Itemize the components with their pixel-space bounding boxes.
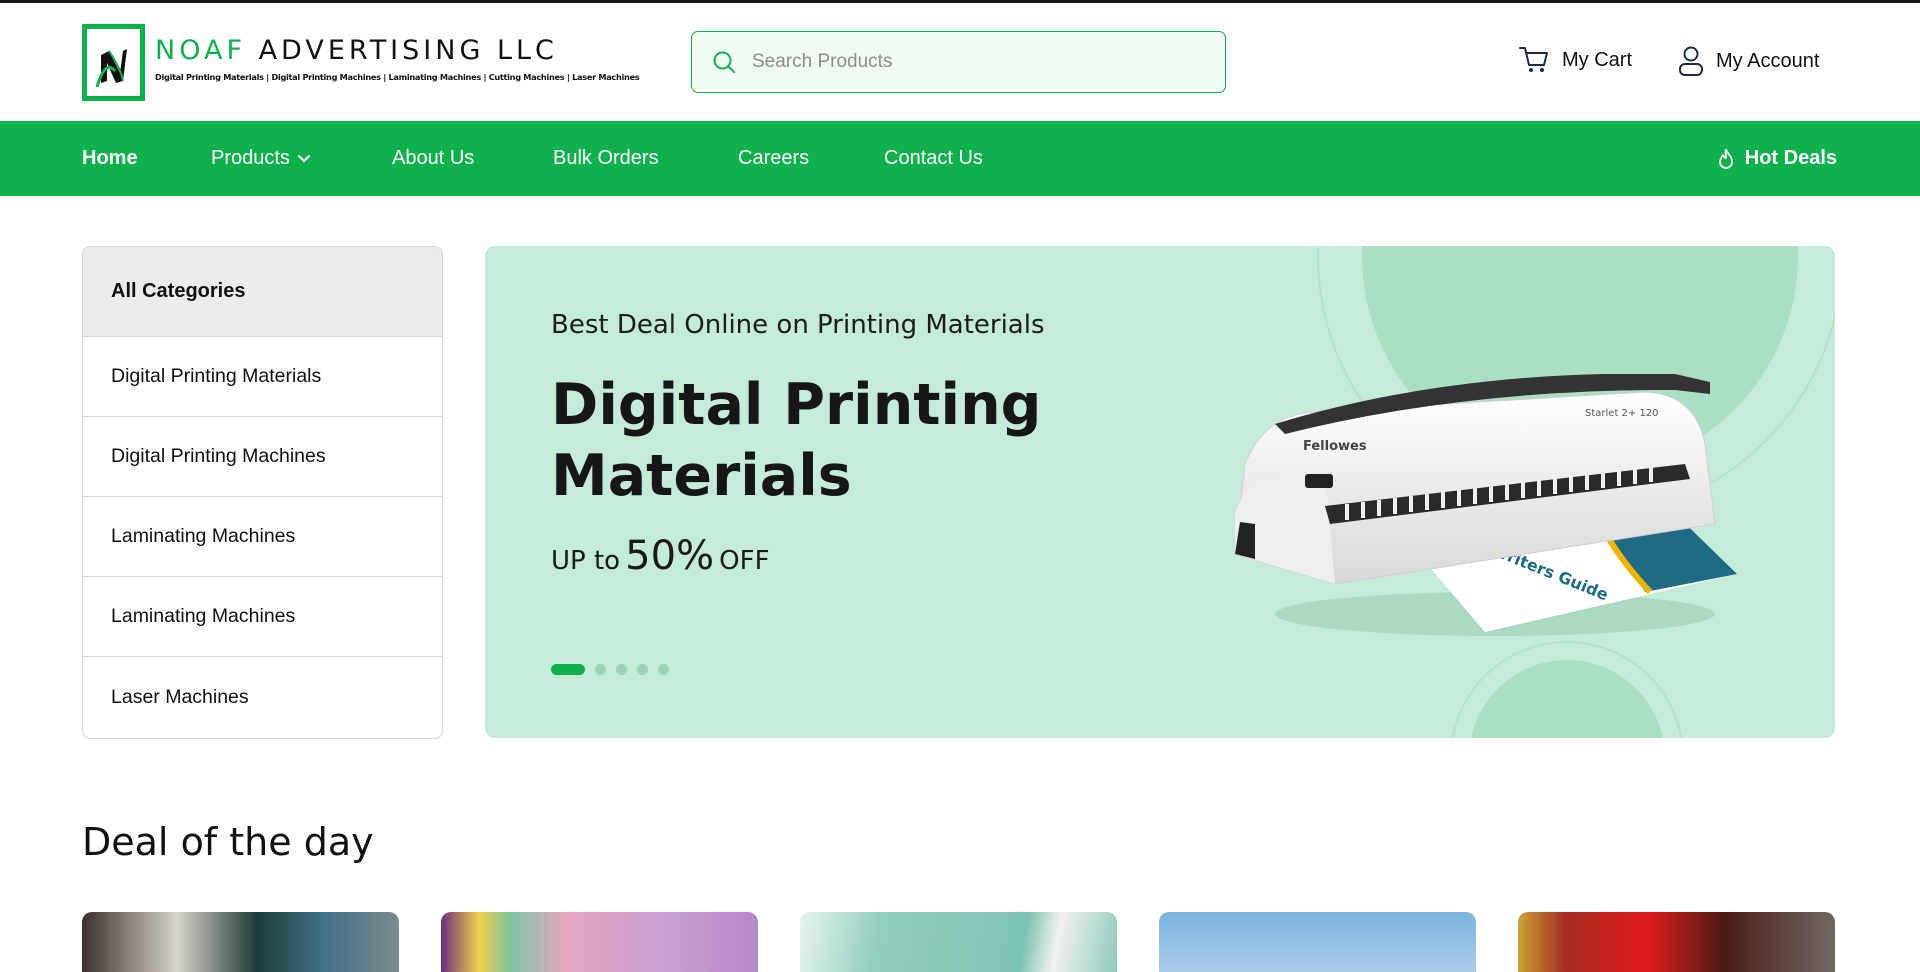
hero-banner[interactable]: Best Deal Online on Printing Materials D… [485,246,1835,738]
nav-about[interactable]: About Us [392,121,474,196]
product-model-label: Starlet 2+ 120 [1585,408,1659,419]
my-account-link[interactable]: My Account [1678,45,1819,77]
slide-dot-3[interactable] [616,664,627,675]
search-box[interactable] [691,31,1226,93]
slide-indicator [551,664,679,675]
deal-card-1[interactable] [82,912,399,972]
sidebar-item-laminating-machines-2[interactable]: Laminating Machines [83,577,442,657]
my-account-label: My Account [1716,49,1820,72]
deal-card-5[interactable] [1518,912,1835,972]
brand-tagline: Digital Printing Materials | Digital Pri… [155,72,640,82]
offer-prefix: UP to [551,546,621,576]
nav-home[interactable]: Home [82,121,138,196]
search-input[interactable] [752,51,1192,73]
brand-logo[interactable]: NOAF ADVERTISING LLC Digital Printing Ma… [82,24,640,101]
product-brand-label: Fellowes [1303,439,1367,454]
site-header: NOAF ADVERTISING LLC Digital Printing Ma… [0,3,1920,121]
deal-card-4[interactable] [1159,912,1476,972]
offer-suffix: OFF [719,546,770,576]
nav-contact[interactable]: Contact Us [884,121,983,196]
chevron-down-icon [297,154,310,162]
deal-of-the-day-heading: Deal of the day [82,820,374,864]
sidebar-item-laminating-machines[interactable]: Laminating Machines [83,497,442,577]
sidebar-item-digital-printing-materials[interactable]: Digital Printing Materials [83,337,442,417]
main-nav: Home Products About Us Bulk Orders Caree… [0,121,1920,196]
sidebar-item-digital-printing-machines[interactable]: Digital Printing Machines [83,417,442,497]
my-cart-label: My Cart [1562,48,1632,71]
search-icon [713,51,735,73]
nav-products[interactable]: Products [211,121,311,196]
sidebar-title: All Categories [83,247,442,337]
binding-machine-image: Writers Guide Fellowes Starlet 2+ 120 [1234,374,1737,636]
nav-hot-deals[interactable]: Hot Deals [1717,121,1837,196]
brand-name-part1: NOAF [155,35,246,66]
user-icon [1679,46,1703,76]
brand-name-part2: ADVERTISING LLC [258,35,558,66]
slide-dot-1[interactable] [551,664,585,675]
hero-subtitle: Best Deal Online on Printing Materials [551,310,1045,340]
hero-title: Digital Printing Materials [551,372,1042,509]
slide-dot-5[interactable] [658,664,669,675]
hot-deals-label: Hot Deals [1744,147,1837,169]
brand-name: NOAF ADVERTISING LLC [155,36,639,66]
offer-value: 50% [625,533,715,579]
deal-card-2[interactable] [441,912,758,972]
logo-mark-icon [82,24,145,101]
category-sidebar: All Categories Digital Printing Material… [82,246,443,739]
flame-icon [1718,148,1733,169]
nav-products-label: Products [211,147,290,169]
nav-bulk-orders[interactable]: Bulk Orders [553,121,659,196]
slide-dot-4[interactable] [637,664,648,675]
sidebar-item-laser-machines[interactable]: Laser Machines [83,657,442,737]
hero-offer: UP to 50% OFF [551,533,770,579]
slide-dot-2[interactable] [595,664,606,675]
deal-card-3[interactable] [800,912,1117,972]
my-cart-link[interactable]: My Cart [1518,45,1632,75]
nav-careers[interactable]: Careers [738,121,809,196]
cart-icon [1519,47,1548,72]
